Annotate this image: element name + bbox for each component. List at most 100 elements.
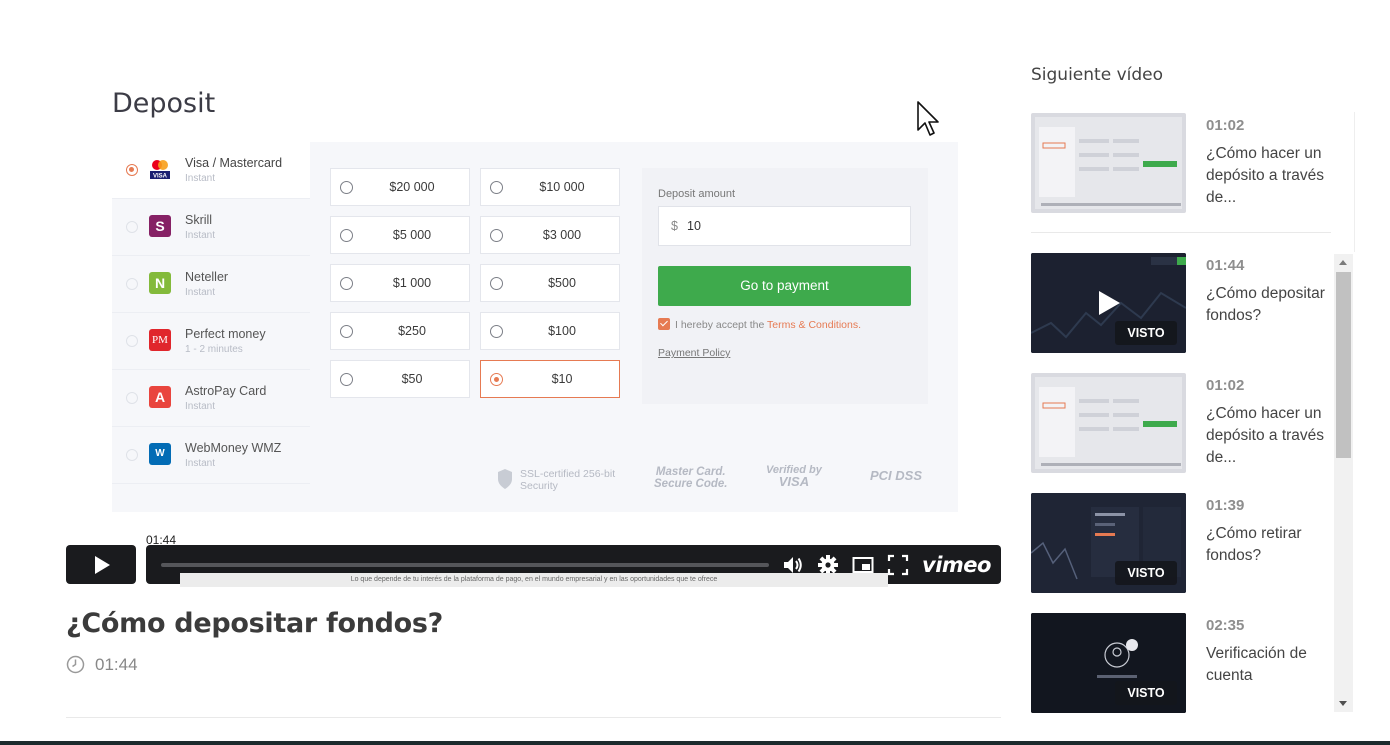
deposit-amount-value: 10: [687, 219, 701, 233]
method-radio[interactable]: [126, 221, 138, 233]
deposit-panel: VISA Visa / Mastercard Instant S Skrill …: [112, 142, 958, 512]
video-subtitle: Lo que depende de tu interés de la plata…: [180, 573, 888, 587]
ssl-sub: Security: [520, 480, 558, 492]
payment-methods-list: VISA Visa / Mastercard Instant S Skrill …: [112, 142, 310, 512]
method-radio[interactable]: [126, 164, 138, 176]
method-time: Instant: [185, 401, 216, 412]
terms-link[interactable]: Terms & Conditions.: [767, 319, 861, 331]
video-title[interactable]: ¿Cómo hacer un depósito a través de...: [1206, 403, 1326, 469]
video-title[interactable]: ¿Cómo hacer un depósito a través de...: [1206, 143, 1326, 209]
accept-checkbox[interactable]: [658, 318, 670, 330]
footer-band: [0, 741, 1390, 745]
amount-option[interactable]: $20 000: [330, 168, 470, 206]
amount-radio[interactable]: [490, 229, 503, 242]
amount-option[interactable]: $250: [330, 312, 470, 350]
amount-radio[interactable]: [340, 277, 353, 290]
play-icon: [95, 556, 110, 574]
amount-option[interactable]: $10 000: [480, 168, 620, 206]
video-title[interactable]: Verificación de cuenta: [1206, 643, 1326, 687]
video-thumbnail[interactable]: [1031, 373, 1186, 473]
scrollbar-thumb[interactable]: [1336, 272, 1351, 458]
next-video-item[interactable]: VISTO 01:44 ¿Cómo depositar fondos?: [1031, 253, 1331, 353]
method-name: Perfect money: [185, 327, 266, 341]
amount-value: $10 000: [539, 180, 585, 194]
method-time: Instant: [185, 230, 216, 241]
duration-text: 01:44: [95, 655, 138, 674]
method-radio[interactable]: [126, 335, 138, 347]
visa-mastercard-icon: VISA: [149, 158, 171, 180]
go-to-payment-button[interactable]: Go to payment: [658, 266, 911, 306]
progress-bar[interactable]: [161, 563, 769, 567]
astropay-icon: A: [149, 386, 171, 408]
amount-option[interactable]: $3 000: [480, 216, 620, 254]
video-title: ¿Cómo depositar fondos?: [66, 608, 444, 639]
method-radio[interactable]: [126, 392, 138, 404]
divider: [66, 717, 1001, 718]
svg-text:VISA: VISA: [153, 174, 168, 180]
deposit-amount-label: Deposit amount: [658, 188, 736, 200]
method-time: 1 - 2 minutes: [185, 344, 243, 355]
amount-option[interactable]: $100: [480, 312, 620, 350]
amount-radio[interactable]: [490, 325, 503, 338]
amount-radio[interactable]: [490, 277, 503, 290]
video-duration: 01:39: [1206, 497, 1245, 514]
play-button[interactable]: [66, 545, 136, 584]
scroll-down-arrow-icon[interactable]: [1339, 701, 1347, 706]
mastercard-badge: Master Card. Secure Code.: [654, 466, 728, 490]
vimeo-logo[interactable]: vimeo: [922, 553, 991, 577]
play-icon[interactable]: [1095, 289, 1123, 317]
method-radio[interactable]: [126, 278, 138, 290]
watched-badge: VISTO: [1115, 681, 1177, 705]
next-video-item[interactable]: 01:02 ¿Cómo hacer un depósito a través d…: [1031, 373, 1331, 473]
sidebar-scrollbar[interactable]: [1334, 254, 1353, 712]
fullscreen-icon[interactable]: [887, 554, 909, 576]
next-video-item[interactable]: VISTO 01:39 ¿Cómo retirar fondos?: [1031, 493, 1331, 593]
amount-radio[interactable]: [490, 181, 503, 194]
video-thumbnail[interactable]: VISTO: [1031, 253, 1186, 353]
amount-radio[interactable]: [340, 181, 353, 194]
method-name: Skrill: [185, 213, 213, 227]
method-neteller[interactable]: N Neteller Instant: [112, 256, 310, 313]
amount-option[interactable]: $1 000: [330, 264, 470, 302]
ssl-badge: SSL-certified 256-bit Security: [520, 468, 615, 492]
amount-option[interactable]: $5 000: [330, 216, 470, 254]
video-title[interactable]: ¿Cómo retirar fondos?: [1206, 523, 1326, 567]
clock-icon: [66, 655, 85, 674]
next-video-item[interactable]: 01:02 ¿Cómo hacer un depósito a través d…: [1031, 113, 1331, 233]
amount-value: $5 000: [392, 228, 432, 242]
amount-radio[interactable]: [340, 229, 353, 242]
amount-value: $3 000: [542, 228, 582, 242]
verified-visa-badge: Verified by VISA: [766, 464, 822, 488]
video-thumbnail[interactable]: VISTO: [1031, 493, 1186, 593]
amount-option[interactable]: $50: [330, 360, 470, 398]
next-video-item[interactable]: VISTO 02:35 Verificación de cuenta: [1031, 613, 1331, 713]
thumbnail-image: [1035, 377, 1182, 469]
method-astropay[interactable]: A AstroPay Card Instant: [112, 370, 310, 427]
trust-badges: SSL-certified 256-bit Security Master Ca…: [310, 448, 958, 512]
amount-option-selected[interactable]: $10: [480, 360, 620, 398]
method-webmoney[interactable]: W WebMoney WMZ Instant: [112, 427, 310, 484]
amount-radio[interactable]: [490, 373, 503, 386]
video-player[interactable]: Deposit VISA Visa / Mastercard Instant S…: [66, 62, 1001, 590]
scroll-up-arrow-icon[interactable]: [1339, 260, 1347, 265]
video-title[interactable]: ¿Cómo depositar fondos?: [1206, 283, 1326, 327]
mastercard-text: Master Card.: [655, 466, 726, 478]
video-duration: 02:35: [1206, 617, 1245, 634]
method-visa-mastercard[interactable]: VISA Visa / Mastercard Instant: [112, 142, 310, 199]
method-perfect-money[interactable]: PM Perfect money 1 - 2 minutes: [112, 313, 310, 370]
webmoney-icon: W: [149, 443, 171, 465]
method-name: Neteller: [185, 270, 229, 284]
amount-value: $500: [548, 276, 576, 290]
amount-radio[interactable]: [340, 325, 353, 338]
amount-radio[interactable]: [340, 373, 353, 386]
method-skrill[interactable]: S Skrill Instant: [112, 199, 310, 256]
video-thumbnail[interactable]: [1031, 113, 1186, 213]
shield-icon: [498, 469, 512, 489]
video-thumbnail[interactable]: VISTO: [1031, 613, 1186, 713]
verified-sub: VISA: [778, 474, 810, 489]
method-name: Visa / Mastercard: [185, 156, 283, 170]
method-radio[interactable]: [126, 449, 138, 461]
amount-option[interactable]: $500: [480, 264, 620, 302]
deposit-amount-input[interactable]: $ 10: [658, 206, 911, 246]
payment-policy-link[interactable]: Payment Policy: [658, 347, 730, 359]
